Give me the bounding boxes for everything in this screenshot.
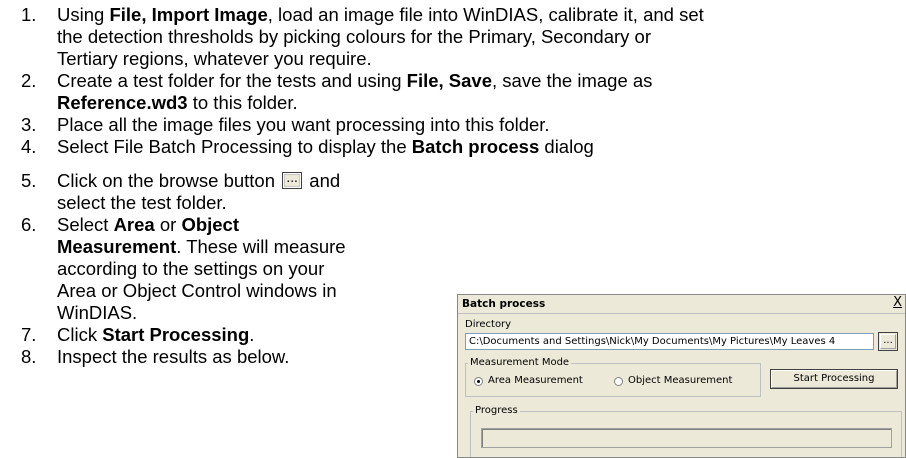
step-number: 8. [21,346,37,367]
batch-process-dialog: Batch process X Directory C:\Documents a… [457,294,906,458]
step-number: 5. [21,170,37,191]
browse-button-icon: ... [282,171,303,189]
directory-input[interactable]: C:\Documents and Settings\Nick\My Docume… [465,333,874,350]
object-measurement-label[interactable]: Object Measurement [628,375,732,386]
area-measurement-label[interactable]: Area Measurement [488,375,583,386]
step-number: 7. [21,324,37,345]
step-number: 4. [21,136,37,157]
step-text: Click on the browse button ... and selec… [57,170,341,213]
progress-label: Progress [473,405,520,416]
dialog-title: Batch process [462,298,546,310]
step-text: Select File Batch Processing to display … [57,136,594,157]
step-text: Inspect the results as below. [57,346,290,367]
measurement-mode-label: Measurement Mode [468,357,572,368]
dialog-titlebar: Batch process X [458,295,905,314]
step-text: Select Area or Object Measurement. These… [57,214,346,323]
close-icon[interactable]: X [893,296,902,310]
step-text: Using File, Import Image, load an image … [57,4,704,69]
step-text: Place all the image files you want proce… [57,114,550,135]
step-text: Create a test folder for the tests and u… [57,70,653,113]
step-number: 6. [21,214,37,235]
step-text: Click Start Processing. [57,324,255,345]
start-processing-button[interactable]: Start Processing [770,369,898,389]
progress-bar [481,428,892,448]
area-measurement-radio[interactable] [474,377,483,386]
step-number: 2. [21,70,37,91]
step-number: 3. [21,114,37,135]
browse-button[interactable]: ... [878,332,898,351]
directory-label: Directory [465,319,512,330]
object-measurement-radio[interactable] [614,377,623,386]
step-number: 1. [21,4,37,25]
